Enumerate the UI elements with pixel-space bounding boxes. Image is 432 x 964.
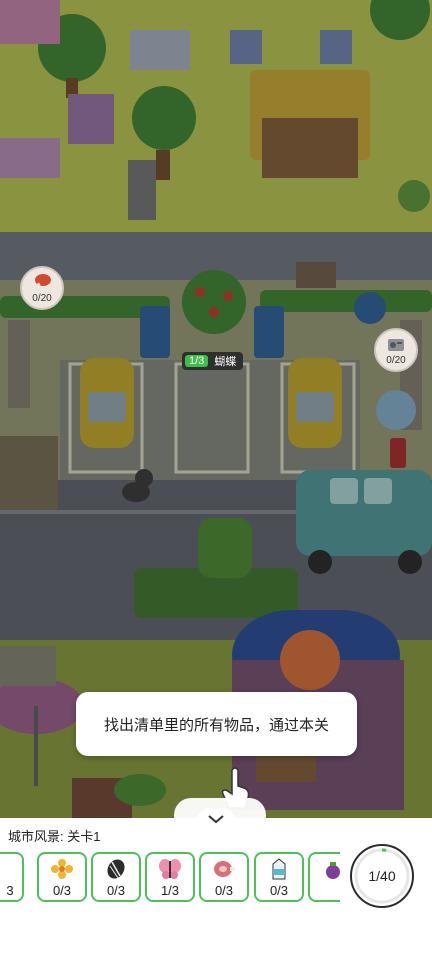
item-count: 0/3 (269, 883, 289, 898)
found-item-tag: 1/3 蝴蝶 (182, 352, 244, 370)
hint-tooltip-text: 找出清单里的所有物品，通过本关 (103, 716, 329, 734)
drumstick-icon (32, 273, 52, 291)
found-item-label: 蝴蝶 (214, 356, 237, 368)
milk-carton-icon (267, 858, 291, 885)
item-card-ham[interactable]: 0/3 (199, 852, 249, 902)
total-progress-text: 1/40 (368, 868, 396, 884)
right-goal-bubble[interactable]: 0/20 (374, 328, 418, 372)
item-checklist[interactable]: 3 0/3 0/3 1/3 0/3 0/3 (0, 852, 340, 904)
found-item-count: 1/3 (185, 355, 209, 367)
flower-icon (50, 858, 74, 885)
collapse-panel-button[interactable] (196, 808, 236, 832)
ham-icon (212, 858, 236, 885)
item-count: 1/3 (160, 883, 180, 898)
item-count: 3 (6, 883, 14, 898)
item-card-flower[interactable]: 0/3 (37, 852, 87, 902)
item-card-milk[interactable]: 0/3 (254, 852, 304, 902)
left-goal-bubble[interactable]: 0/20 (20, 266, 64, 310)
right-goal-count: 0/20 (386, 355, 406, 366)
eggplant-icon (321, 858, 340, 885)
item-card-butterfly[interactable]: 1/3 (145, 852, 195, 902)
chevron-down-icon (207, 811, 225, 829)
left-goal-count: 0/20 (32, 293, 52, 304)
total-progress-ring: 1/40 (348, 842, 416, 910)
radio-icon (386, 335, 406, 353)
bottom-panel: 城市风景: 关卡1 3 0/3 0/3 1/3 0/3 0/3 1/40 (0, 808, 432, 964)
item-count: 0/3 (106, 883, 126, 898)
hint-tooltip: 找出清单里的所有物品，通过本关 (76, 692, 357, 756)
item-count: 0/3 (214, 883, 234, 898)
item-card-partial[interactable]: 3 (0, 852, 24, 902)
item-card-seed[interactable]: 0/3 (91, 852, 141, 902)
game-scene[interactable]: 0/20 0/20 1/3 蝴蝶 找出清单里的所有物品，通过本关 (0, 0, 432, 818)
level-title: 城市风景: 关卡1 (8, 829, 101, 844)
seed-icon (104, 858, 128, 885)
item-card-eggplant[interactable] (308, 852, 340, 902)
butterfly-icon (158, 858, 182, 885)
item-count: 0/3 (52, 883, 72, 898)
